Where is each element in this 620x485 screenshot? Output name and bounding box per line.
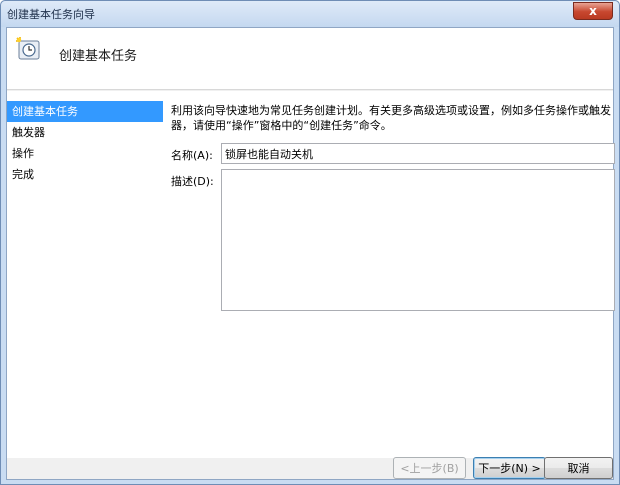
close-button[interactable]: x <box>573 2 613 20</box>
task-clock-icon <box>16 37 40 60</box>
page-title: 创建基本任务 <box>59 49 138 64</box>
close-icon: x <box>589 4 597 18</box>
wizard-window: 创建基本任务向导 x 创建基本任务 创建基本任务 触发器 操作 完成 利用该向导… <box>0 0 620 485</box>
window-title: 创建基本任务向导 <box>7 8 95 21</box>
next-button-label: 下一步(N) > <box>478 462 541 475</box>
cancel-button-label: 取消 <box>567 462 590 475</box>
title-bar[interactable]: 创建基本任务向导 x <box>1 1 619 27</box>
step-finish[interactable]: 完成 <box>7 164 163 185</box>
next-button[interactable]: 下一步(N) > <box>473 457 546 479</box>
cancel-button[interactable]: 取消 <box>544 457 613 479</box>
step-trigger[interactable]: 触发器 <box>7 122 163 143</box>
step-label: 触发器 <box>12 126 45 139</box>
step-sidebar: 创建基本任务 触发器 操作 完成 <box>7 101 163 185</box>
step-label: 创建基本任务 <box>12 105 78 118</box>
name-label: 名称(A): <box>171 149 213 162</box>
step-create-basic-task[interactable]: 创建基本任务 <box>7 101 163 122</box>
name-input[interactable] <box>221 143 615 164</box>
description-textarea[interactable] <box>221 169 615 311</box>
instructions-text: 利用该向导快速地为常见任务创建计划。有关更多高级选项或设置，例如多任务操作或触发… <box>171 104 611 132</box>
step-label: 操作 <box>12 147 34 160</box>
description-row: 描述(D): <box>171 169 615 313</box>
back-button[interactable]: <上一步(B) <box>393 457 466 479</box>
main-content: 利用该向导快速地为常见任务创建计划。有关更多高级选项或设置，例如多任务操作或触发… <box>171 103 615 311</box>
client-area: 创建基本任务 创建基本任务 触发器 操作 完成 利用该向导快速地为常见任务创建计… <box>6 27 615 480</box>
description-label: 描述(D): <box>171 175 214 188</box>
name-row: 名称(A): <box>171 143 615 165</box>
step-label: 完成 <box>12 168 34 181</box>
wizard-body: 创建基本任务 触发器 操作 完成 利用该向导快速地为常见任务创建计划。有关更多高… <box>7 91 615 458</box>
step-action[interactable]: 操作 <box>7 143 163 164</box>
back-button-label: <上一步(B) <box>400 462 459 475</box>
wizard-header: 创建基本任务 <box>7 28 613 90</box>
